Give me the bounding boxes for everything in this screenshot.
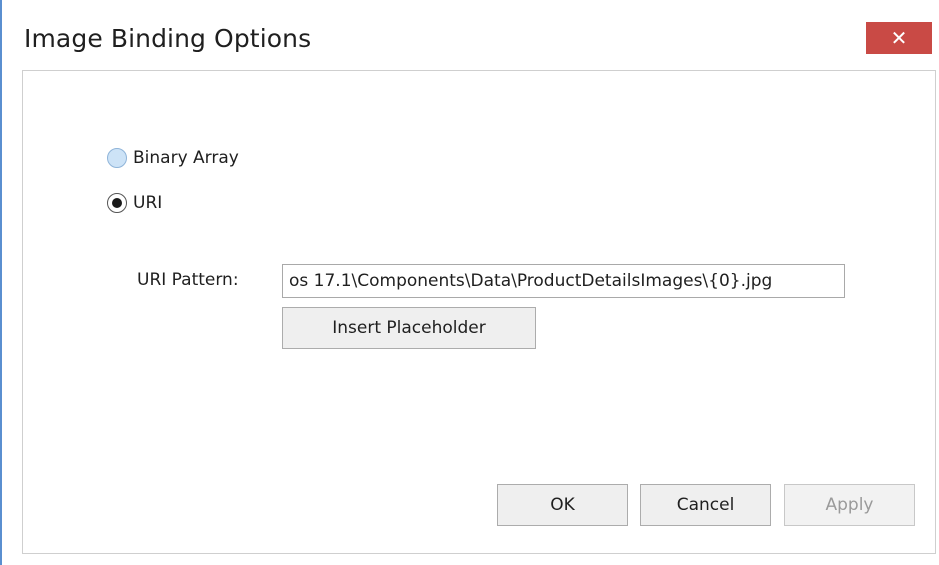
- dialog-window: Image Binding Options ✕ Binary Array URI…: [0, 0, 939, 565]
- uri-pattern-input[interactable]: [282, 264, 845, 298]
- title-bar: Image Binding Options ✕: [2, 0, 939, 70]
- radio-button-checked-icon[interactable]: [107, 193, 127, 213]
- dialog-title: Image Binding Options: [24, 24, 312, 53]
- dialog-content: Binary Array URI URI Pattern: Insert Pla…: [22, 70, 936, 554]
- cancel-button[interactable]: Cancel: [640, 484, 771, 526]
- radio-uri[interactable]: URI: [107, 193, 162, 213]
- radio-label-uri: URI: [133, 193, 163, 213]
- radio-binary-array[interactable]: Binary Array: [107, 148, 239, 168]
- apply-button[interactable]: Apply: [784, 484, 915, 526]
- close-icon: ✕: [890, 26, 908, 50]
- radio-button-unchecked-icon[interactable]: [107, 148, 127, 168]
- close-button[interactable]: ✕: [866, 22, 932, 54]
- uri-pattern-label: URI Pattern:: [137, 270, 239, 290]
- ok-button[interactable]: OK: [497, 484, 628, 526]
- insert-placeholder-button[interactable]: Insert Placeholder: [282, 307, 536, 349]
- radio-label-binary-array: Binary Array: [133, 148, 239, 168]
